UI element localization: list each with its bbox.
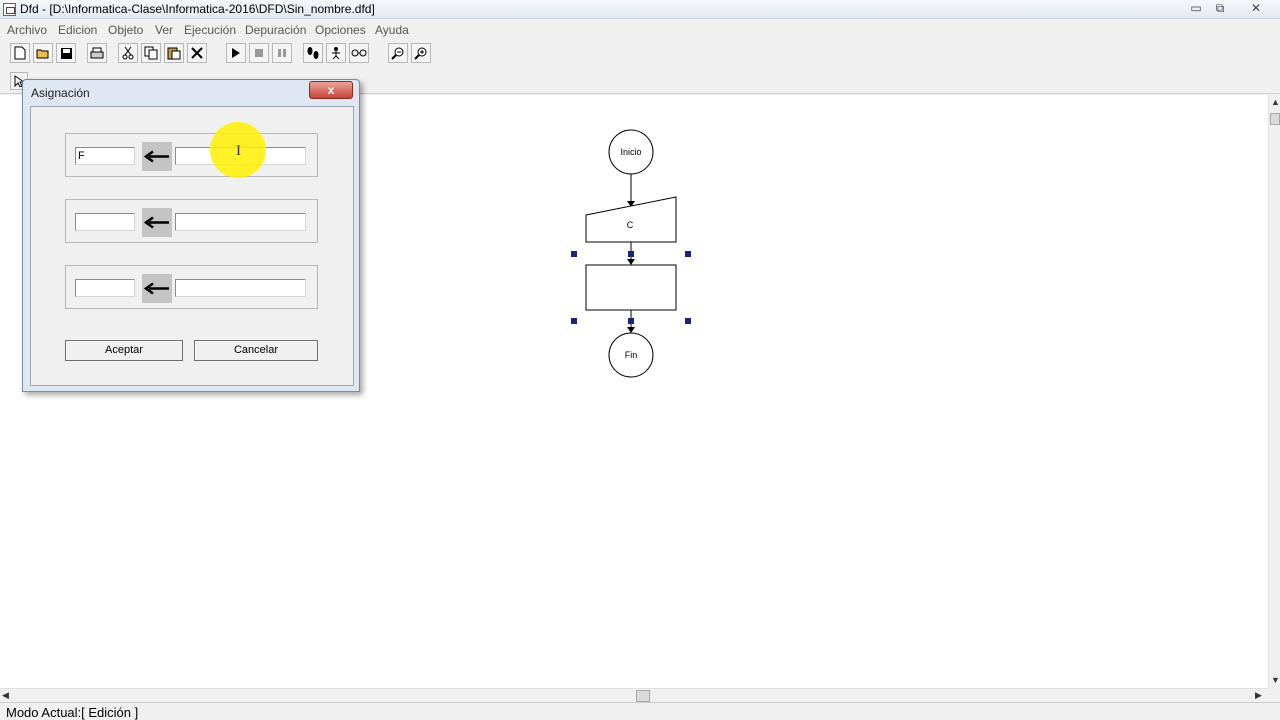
cancel-button[interactable]: Cancelar [194, 340, 318, 361]
dialog-close-button[interactable]: x [309, 81, 353, 99]
flow-connector-1 [627, 174, 635, 207]
selection-handle-bl[interactable] [571, 318, 577, 324]
read-node-label: C [627, 220, 634, 230]
start-node-label: Inicio [620, 147, 641, 157]
scroll-down-icon[interactable]: ▼ [1271, 675, 1280, 685]
assignment-row-2 [65, 199, 318, 243]
variable-input-2[interactable] [75, 213, 135, 231]
selection-handle-tr[interactable] [685, 251, 691, 257]
expression-input-2[interactable] [175, 213, 306, 231]
status-mode-text: Modo Actual:[ Edición ] [6, 705, 139, 720]
accept-button[interactable]: Aceptar [65, 340, 183, 361]
assign-arrow-icon [142, 274, 172, 303]
assignment-node[interactable] [585, 264, 677, 311]
text-cursor-icon: I [236, 143, 241, 159]
selection-handle-tl[interactable] [571, 251, 577, 257]
dialog-title: Asignación [31, 86, 90, 100]
scroll-right-icon[interactable]: ▶ [1255, 690, 1262, 701]
dialog-titlebar[interactable]: Asignación x [23, 80, 359, 106]
horizontal-scroll-thumb[interactable] [636, 690, 650, 702]
assign-arrow-icon [142, 208, 172, 237]
dialog-body: F Aceptar Cancelar [30, 106, 354, 386]
assignment-row-1: F [65, 133, 318, 177]
scroll-up-icon[interactable]: ▲ [1271, 97, 1280, 107]
assignment-dialog: Asignación x F Aceptar Cancelar [22, 79, 360, 392]
selection-handle-tc[interactable] [628, 251, 634, 257]
status-bar: Modo Actual:[ Edición ] [0, 702, 1280, 720]
vertical-scroll-thumb[interactable] [1270, 113, 1280, 125]
assign-arrow-icon [142, 142, 172, 171]
vertical-scrollbar[interactable]: ▲ ▼ [1268, 95, 1280, 688]
variable-input-1[interactable]: F [75, 147, 135, 165]
end-node-label: Fin [625, 350, 638, 360]
scroll-left-icon[interactable]: ◀ [2, 690, 9, 701]
variable-input-3[interactable] [75, 279, 135, 297]
selection-handle-bc[interactable] [628, 318, 634, 324]
horizontal-scrollbar[interactable]: ◀ ▶ [0, 688, 1268, 702]
expression-input-3[interactable] [175, 279, 306, 297]
selection-handle-br[interactable] [685, 318, 691, 324]
assignment-row-3 [65, 265, 318, 309]
